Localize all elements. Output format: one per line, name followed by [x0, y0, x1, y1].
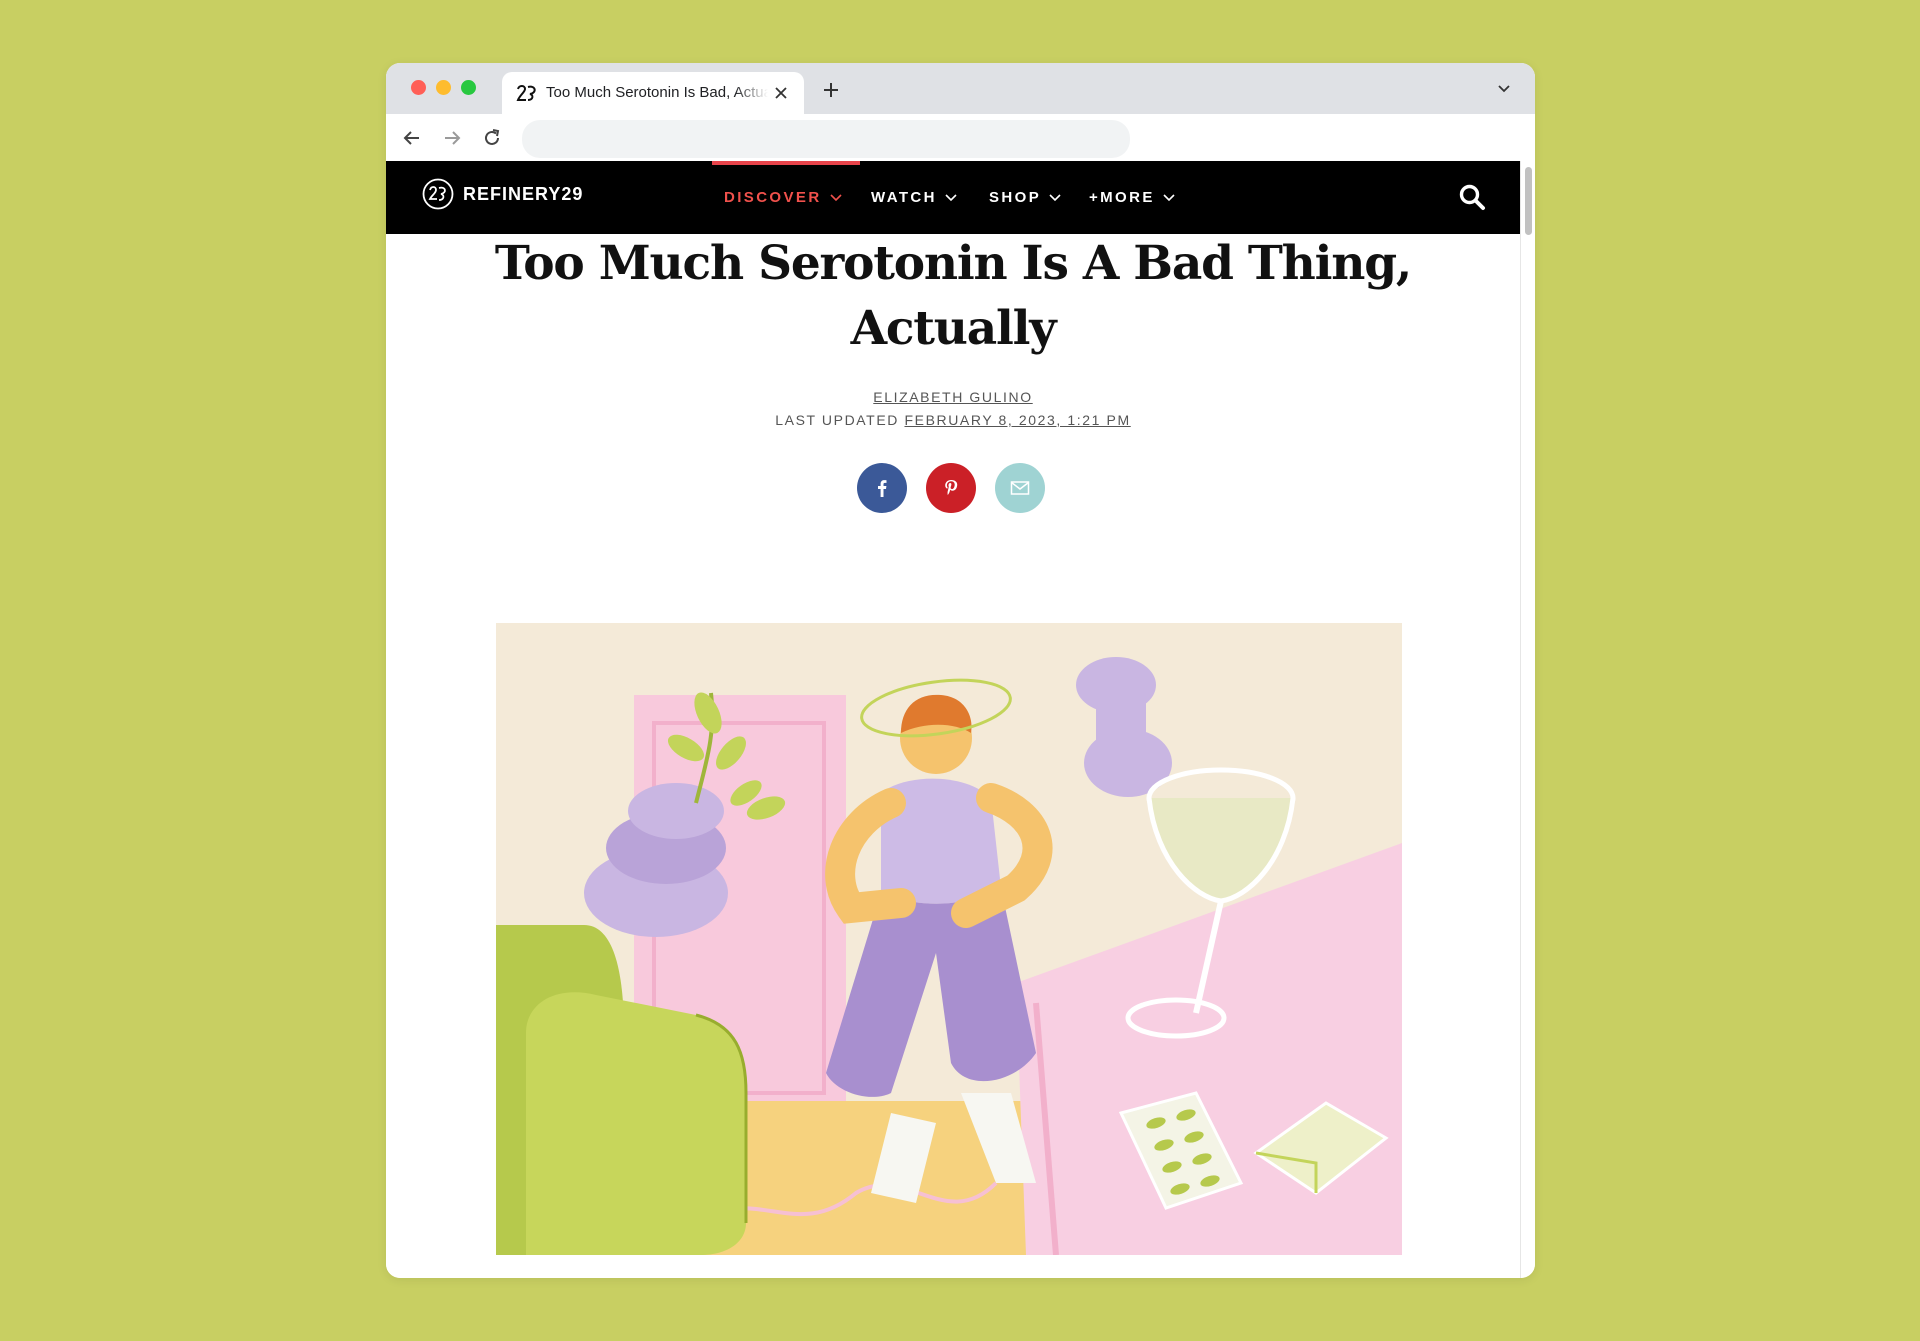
- chevron-down-icon: [1049, 193, 1061, 201]
- tab-bar: Too Much Serotonin Is Bad, Actually: [386, 63, 1535, 114]
- chevron-down-icon: [945, 193, 957, 201]
- minimize-window-button[interactable]: [436, 80, 451, 95]
- back-arrow-icon[interactable]: [401, 127, 423, 149]
- search-icon[interactable]: [1458, 183, 1486, 211]
- article-headline: Too Much Serotonin Is A Bad Thing, Actua…: [486, 231, 1420, 361]
- browser-toolbar: [386, 114, 1535, 161]
- maximize-window-button[interactable]: [461, 80, 476, 95]
- headline-line-2: Actually: [850, 301, 1057, 356]
- site-header: REFINERY29 DISCOVER WATCH SHOP +MORE: [386, 161, 1520, 234]
- close-tab-icon[interactable]: [772, 84, 790, 102]
- last-updated: LAST UPDATED FEBRUARY 8, 2023, 1:21 PM: [386, 412, 1520, 428]
- tab-title: Too Much Serotonin Is Bad, Actually: [546, 84, 768, 101]
- nav-shop[interactable]: SHOP: [989, 161, 1061, 234]
- nav-more[interactable]: +MORE: [1089, 161, 1175, 234]
- author-link[interactable]: ELIZABETH GULINO: [873, 389, 1032, 405]
- new-tab-icon[interactable]: [821, 80, 841, 100]
- updated-date-link[interactable]: FEBRUARY 8, 2023, 1:21 PM: [904, 412, 1130, 428]
- facebook-icon: [878, 480, 887, 497]
- nav-discover-label: DISCOVER: [724, 189, 822, 206]
- nav-discover[interactable]: DISCOVER: [724, 161, 842, 234]
- nav-watch[interactable]: WATCH: [871, 161, 957, 234]
- scrollbar-thumb[interactable]: [1525, 167, 1532, 235]
- address-bar[interactable]: [522, 120, 1130, 158]
- pinterest-share-button[interactable]: [926, 463, 976, 513]
- nav-watch-label: WATCH: [871, 189, 937, 206]
- tab-list-chevron-icon[interactable]: [1497, 84, 1511, 94]
- last-updated-label: LAST UPDATED: [775, 412, 899, 428]
- facebook-share-button[interactable]: [857, 463, 907, 513]
- byline: ELIZABETH GULINO: [386, 389, 1520, 405]
- email-share-button[interactable]: [995, 463, 1045, 513]
- chevron-down-icon: [1163, 193, 1175, 201]
- forward-arrow-icon[interactable]: [441, 127, 463, 149]
- chevron-down-icon: [829, 193, 842, 201]
- refinery29-logo-icon: [422, 178, 454, 210]
- reload-icon[interactable]: [481, 127, 503, 149]
- logo-text: REFINERY29: [463, 183, 584, 204]
- article-hero-illustration: [496, 623, 1402, 1255]
- close-window-button[interactable]: [411, 80, 426, 95]
- vertical-scrollbar[interactable]: [1520, 161, 1535, 1278]
- nav-more-label: +MORE: [1089, 189, 1155, 206]
- browser-tab[interactable]: Too Much Serotonin Is Bad, Actually: [502, 72, 804, 114]
- headline-line-1: Too Much Serotonin Is A Bad Thing,: [494, 236, 1412, 291]
- email-icon: [1010, 481, 1030, 495]
- pinterest-icon: [945, 480, 958, 495]
- refinery29-logo[interactable]: REFINERY29: [422, 177, 583, 211]
- refinery29-favicon-icon: [516, 85, 536, 101]
- nav-shop-label: SHOP: [989, 189, 1042, 206]
- page-viewport: REFINERY29 DISCOVER WATCH SHOP +MORE Too…: [386, 161, 1520, 1278]
- browser-window: Too Much Serotonin Is Bad, Actually REFI…: [386, 63, 1535, 1278]
